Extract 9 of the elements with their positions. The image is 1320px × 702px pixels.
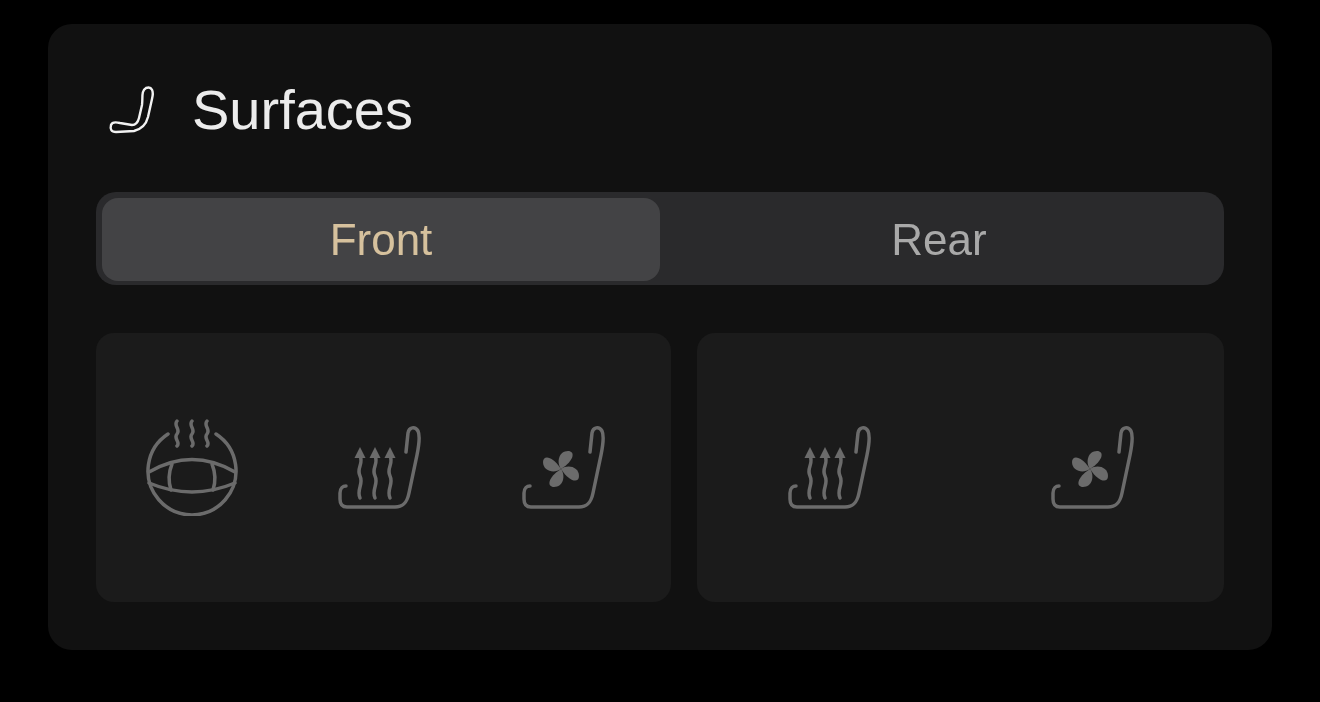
seat-fan-icon[interactable] (521, 425, 606, 510)
heated-seat-icon[interactable] (786, 425, 871, 510)
section-title: Surfaces (192, 80, 413, 140)
heated-steering-wheel-icon[interactable] (145, 419, 238, 516)
seat-icon (108, 85, 156, 135)
heated-seat-icon[interactable] (337, 425, 422, 510)
segment-tab[interactable]: Front (102, 198, 660, 281)
segment-tab[interactable]: Rear (660, 198, 1218, 281)
seat-fan-icon[interactable] (1050, 425, 1135, 510)
